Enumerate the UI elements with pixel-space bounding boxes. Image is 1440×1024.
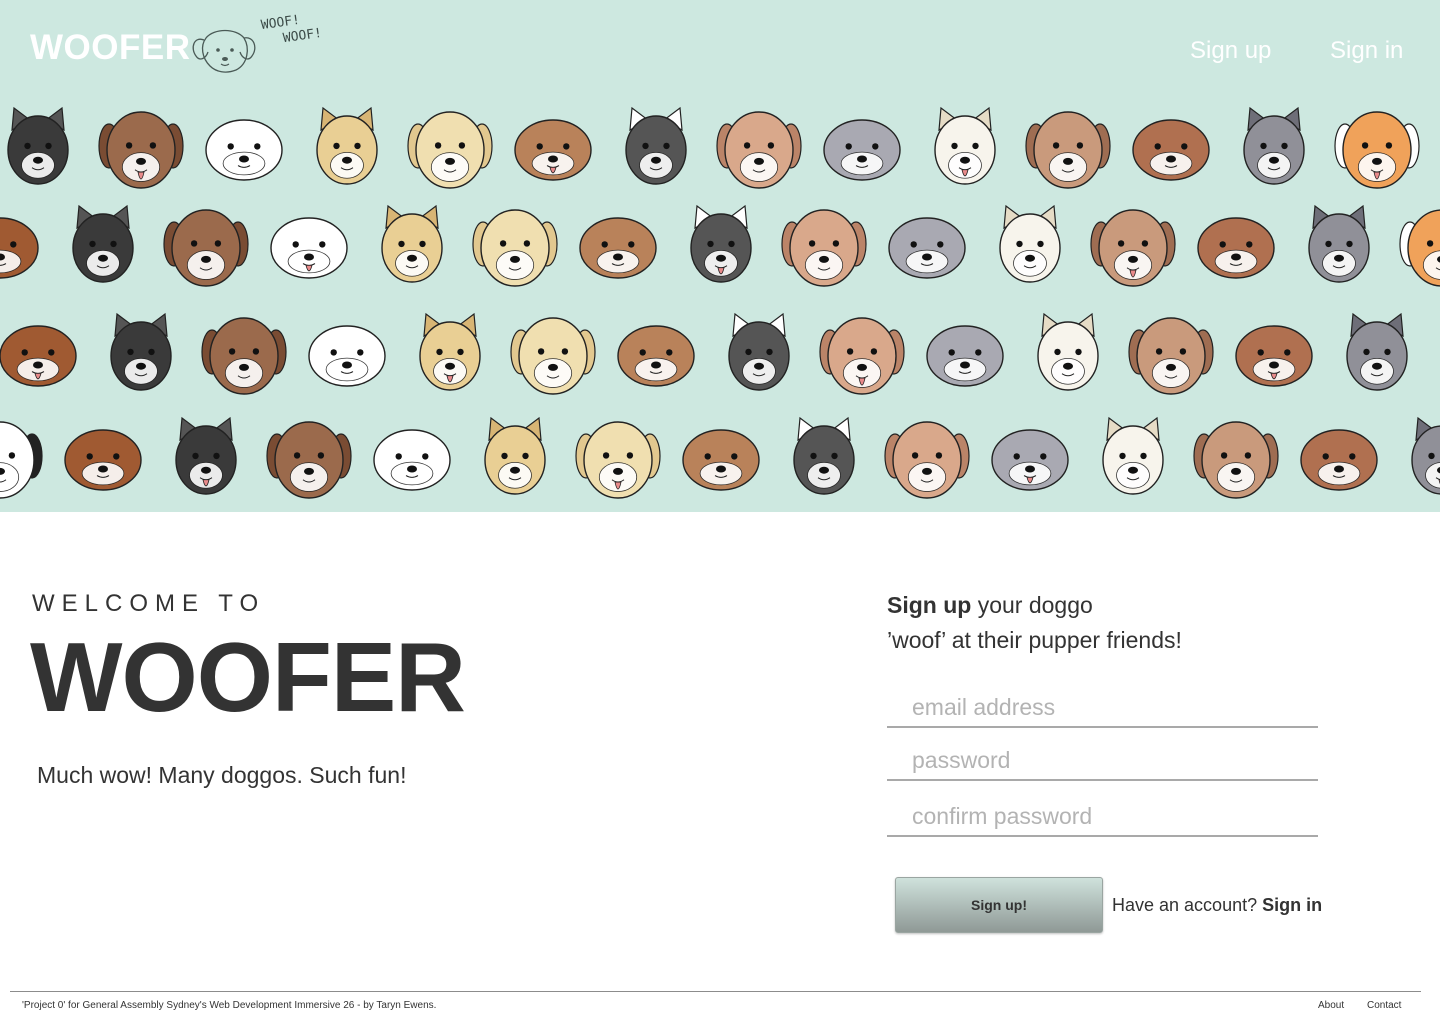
dog-face-icon [1025, 111, 1111, 189]
have-account-prompt: Have an account? Sign in [1112, 895, 1322, 916]
dog-face-icon [991, 429, 1069, 491]
dog-face-icon [819, 317, 905, 395]
dog-face-icon [510, 317, 596, 395]
dog-face-icon [1102, 416, 1164, 495]
woof-speech-text: WOOF! WOOF! [260, 10, 323, 50]
dog-face-icon [579, 217, 657, 279]
dog-face-icon [373, 429, 451, 491]
welcome-title: WOOFER [30, 622, 466, 732]
dog-face-icon [407, 111, 493, 189]
nav-signup-link[interactable]: Sign up [1190, 37, 1271, 65]
dog-face-icon [690, 204, 752, 283]
welcome-kicker: WELCOME TO [32, 590, 266, 617]
password-field[interactable] [887, 741, 1318, 781]
dog-face-icon [110, 312, 172, 391]
signup-submit-button[interactable]: Sign up! [895, 877, 1103, 933]
dog-face-icon [793, 416, 855, 495]
dog-face-icon [270, 217, 348, 279]
signup-intro-bold: Sign up [887, 592, 972, 618]
dog-face-icon [625, 106, 687, 185]
dog-face-icon [888, 217, 966, 279]
footer-contact-link[interactable]: Contact [1367, 1000, 1401, 1011]
dog-face-icon [716, 111, 802, 189]
dog-face-icon [72, 204, 134, 283]
dog-face-icon [575, 421, 661, 499]
dog-face-icon [1243, 106, 1305, 185]
signup-intro-line2: ’woof’ at their pupper friends! [887, 627, 1182, 653]
dog-face-icon [308, 325, 386, 387]
signup-intro-rest: your doggo [977, 592, 1093, 618]
dog-face-icon [1300, 429, 1378, 491]
dog-face-icon [1090, 209, 1176, 287]
dog-face-icon [514, 119, 592, 181]
footer-divider [10, 991, 1421, 992]
dog-face-icon [1399, 209, 1440, 287]
dog-face-icon [1235, 325, 1313, 387]
dog-face-icon [201, 317, 287, 395]
dog-logo-icon [192, 29, 256, 73]
dog-face-icon [0, 421, 43, 499]
confirm-password-field[interactable] [887, 797, 1318, 837]
dog-face-icon [64, 429, 142, 491]
dog-face-icon [823, 119, 901, 181]
tagline: Much wow! Many doggos. Such fun! [37, 762, 407, 788]
dog-face-icon [934, 106, 996, 185]
signin-link[interactable]: Sign in [1262, 895, 1322, 915]
dog-face-icon [163, 209, 249, 287]
dog-face-icon [999, 204, 1061, 283]
site-logo[interactable]: WOOFER [30, 28, 190, 68]
dog-face-icon [205, 119, 283, 181]
dog-face-icon [98, 111, 184, 189]
dog-face-icon [175, 416, 237, 495]
nav-signin-link[interactable]: Sign in [1330, 37, 1403, 65]
dog-face-icon [1193, 421, 1279, 499]
dog-faces-pattern [0, 106, 1440, 499]
dog-face-icon [381, 204, 443, 283]
dog-face-icon [0, 325, 77, 387]
dog-face-icon [1132, 119, 1210, 181]
dog-face-icon [1197, 217, 1275, 279]
hero-banner: WOOFER WOOF! WOOF! Sign up Sign in [0, 0, 1440, 512]
dog-face-icon [1308, 204, 1370, 283]
dog-face-icon [419, 312, 481, 391]
dog-face-icon [472, 209, 558, 287]
dog-face-icon [484, 416, 546, 495]
signup-intro: Sign up your doggo ’woof’ at their puppe… [887, 588, 1182, 658]
have-account-text: Have an account? [1112, 895, 1258, 915]
footer-credit: 'Project 0' for General Assembly Sydney'… [22, 1000, 437, 1011]
dog-face-icon [617, 325, 695, 387]
dog-face-icon [316, 106, 378, 185]
dog-face-icon [682, 429, 760, 491]
dog-face-icon [728, 312, 790, 391]
dog-face-icon [1334, 111, 1420, 189]
dog-face-icon [1128, 317, 1214, 395]
dog-face-icon [0, 217, 39, 279]
dog-face-icon [1037, 312, 1099, 391]
email-field[interactable] [887, 688, 1318, 728]
dog-face-icon [7, 106, 69, 185]
dog-face-icon [884, 421, 970, 499]
dog-face-icon [926, 325, 1004, 387]
dog-face-icon [1346, 312, 1408, 391]
footer-about-link[interactable]: About [1318, 1000, 1344, 1011]
dog-face-icon [781, 209, 867, 287]
dog-face-icon [1411, 416, 1440, 495]
dog-face-icon [266, 421, 352, 499]
